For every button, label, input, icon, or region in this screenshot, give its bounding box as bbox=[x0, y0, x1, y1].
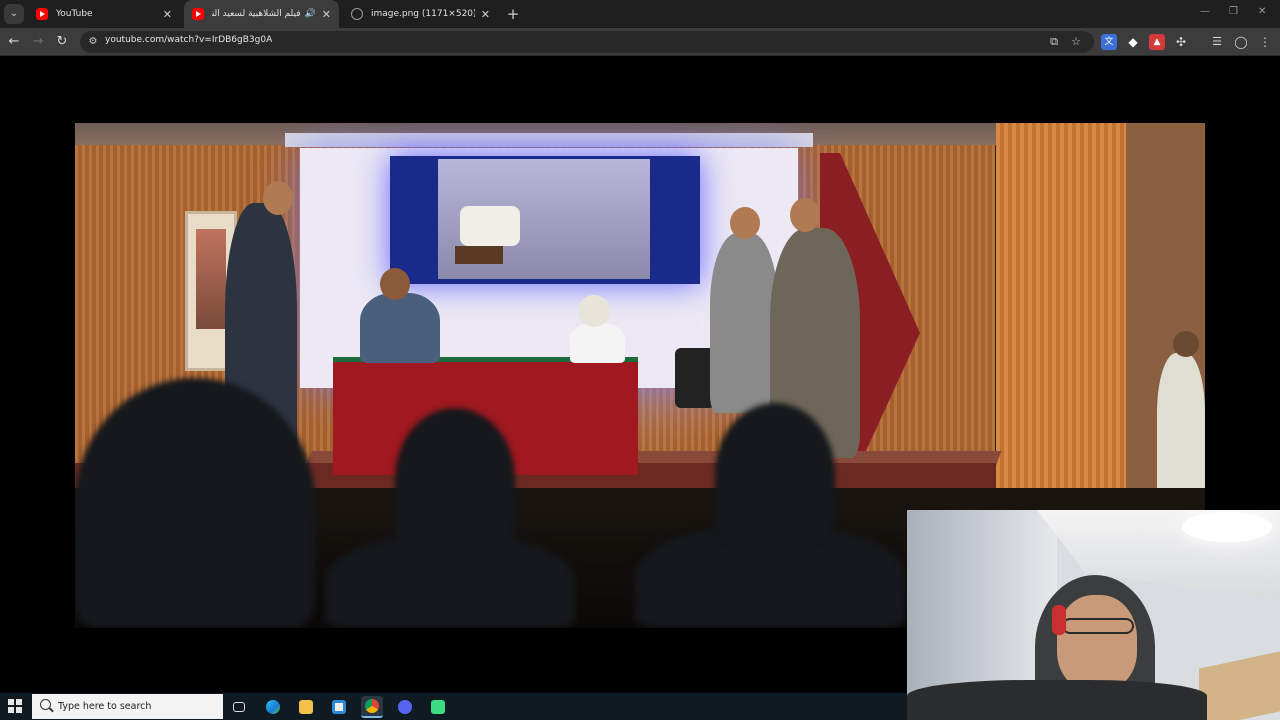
seated-man bbox=[360, 293, 440, 363]
android-glyph bbox=[431, 700, 445, 714]
headset-icon bbox=[1052, 605, 1066, 635]
poster-art bbox=[196, 229, 226, 329]
minimize-icon[interactable]: — bbox=[1200, 6, 1210, 17]
profile-icon[interactable]: ◯ bbox=[1233, 34, 1249, 50]
search-icon bbox=[40, 699, 51, 710]
head bbox=[790, 198, 820, 232]
discord-icon[interactable] bbox=[394, 696, 416, 718]
audience-head bbox=[715, 403, 835, 543]
man-at-door bbox=[1157, 353, 1205, 503]
file-explorer-icon[interactable] bbox=[295, 696, 317, 718]
puzzle-icon[interactable]: ✣ bbox=[1173, 34, 1189, 50]
wood-pillar bbox=[996, 123, 1126, 513]
browser-toolbar: ← → ↻ ⚙ youtube.com/watch?v=IrDB6gB3g0A … bbox=[0, 28, 1280, 56]
tab-search-button[interactable]: ⌄ bbox=[4, 4, 24, 24]
head bbox=[263, 181, 293, 215]
folder-glyph bbox=[299, 700, 313, 714]
ghutra-head bbox=[578, 295, 610, 327]
reading-list-icon[interactable]: ☰ bbox=[1209, 34, 1225, 50]
audience-head bbox=[395, 408, 515, 548]
head bbox=[730, 207, 760, 239]
task-view-glyph bbox=[233, 702, 245, 712]
projected-table bbox=[455, 246, 503, 264]
forward-icon[interactable]: → bbox=[29, 33, 47, 51]
tab-youtube[interactable]: YouTube ✕ bbox=[28, 0, 180, 28]
screen: ⌄ YouTube ✕ فيلم الشلاهبية لسعيد الناصري… bbox=[0, 0, 1280, 720]
head bbox=[1173, 331, 1199, 357]
office-chair bbox=[675, 348, 715, 408]
extension-diamond-icon[interactable]: ◆ bbox=[1125, 34, 1141, 50]
tab-strip: ⌄ YouTube ✕ فيلم الشلاهبية لسعيد الناصري… bbox=[0, 0, 1280, 28]
android-app-icon[interactable] bbox=[427, 696, 449, 718]
standing-man-grey bbox=[710, 233, 778, 413]
address-bar[interactable]: ⚙ youtube.com/watch?v=IrDB6gB3g0A ⧉ ☆ bbox=[80, 31, 1094, 53]
ceiling-light bbox=[1182, 512, 1272, 542]
new-tab-button[interactable]: + bbox=[504, 5, 522, 23]
tab-image[interactable]: image.png (1171×520) ✕ bbox=[343, 0, 498, 28]
audience-silhouette bbox=[75, 378, 315, 628]
webcam-overlay bbox=[907, 510, 1280, 720]
reload-icon[interactable]: ↻ bbox=[53, 33, 71, 51]
globe-icon bbox=[351, 8, 363, 20]
head bbox=[380, 268, 410, 300]
glasses bbox=[1062, 618, 1134, 634]
tab-title: YouTube bbox=[56, 9, 93, 19]
projector-screen-housing bbox=[285, 133, 813, 147]
streamer-body bbox=[907, 680, 1207, 720]
chrome-icon[interactable] bbox=[361, 696, 383, 718]
close-tab-icon[interactable]: ✕ bbox=[481, 8, 490, 21]
close-window-icon[interactable]: ✕ bbox=[1258, 6, 1266, 17]
start-square bbox=[16, 707, 22, 713]
close-tab-icon[interactable]: ✕ bbox=[322, 8, 331, 21]
start-square bbox=[16, 699, 22, 705]
wooden-door bbox=[1199, 651, 1280, 720]
edge-glyph bbox=[266, 700, 280, 714]
store-icon[interactable] bbox=[328, 696, 350, 718]
translate-icon[interactable]: 文 bbox=[1101, 34, 1117, 50]
chrome-glyph bbox=[365, 699, 379, 713]
streamer-face bbox=[1057, 595, 1137, 690]
windows-taskbar: Type here to search bbox=[0, 693, 907, 720]
youtube-icon bbox=[192, 8, 204, 20]
store-glyph bbox=[332, 700, 346, 714]
install-app-icon[interactable]: ⧉ bbox=[1046, 34, 1062, 50]
back-icon[interactable]: ← bbox=[5, 33, 23, 51]
youtube-icon bbox=[36, 8, 48, 20]
start-square bbox=[8, 707, 14, 713]
close-tab-icon[interactable]: ✕ bbox=[163, 8, 172, 21]
bookmark-star-icon[interactable]: ☆ bbox=[1068, 34, 1084, 50]
tab-film[interactable]: فيلم الشلاهبية لسعيد الناصري 🔊 ✕ bbox=[184, 0, 339, 28]
taskbar-search-input[interactable]: Type here to search bbox=[32, 694, 223, 719]
speaker-icon[interactable]: 🔊 bbox=[305, 9, 316, 19]
tab-title: فيلم الشلاهبية لسعيد الناصري bbox=[212, 9, 301, 19]
projected-image bbox=[390, 156, 700, 284]
search-placeholder: Type here to search bbox=[58, 701, 152, 712]
url-text[interactable]: youtube.com/watch?v=IrDB6gB3g0A bbox=[105, 35, 272, 45]
restore-icon[interactable]: ❐ bbox=[1229, 6, 1238, 17]
edge-icon[interactable] bbox=[262, 696, 284, 718]
projected-sofa bbox=[460, 206, 520, 246]
windows-start-icon[interactable] bbox=[8, 699, 23, 714]
tab-title: image.png (1171×520) bbox=[371, 9, 475, 19]
extension-red-icon[interactable]: ▲ bbox=[1149, 34, 1165, 50]
seated-man-thobe bbox=[570, 323, 625, 363]
site-info-icon[interactable]: ⚙ bbox=[86, 35, 100, 49]
start-square bbox=[8, 699, 14, 705]
menu-icon[interactable]: ⋮ bbox=[1257, 34, 1273, 50]
task-view-icon[interactable] bbox=[228, 696, 250, 718]
discord-glyph bbox=[398, 700, 412, 714]
